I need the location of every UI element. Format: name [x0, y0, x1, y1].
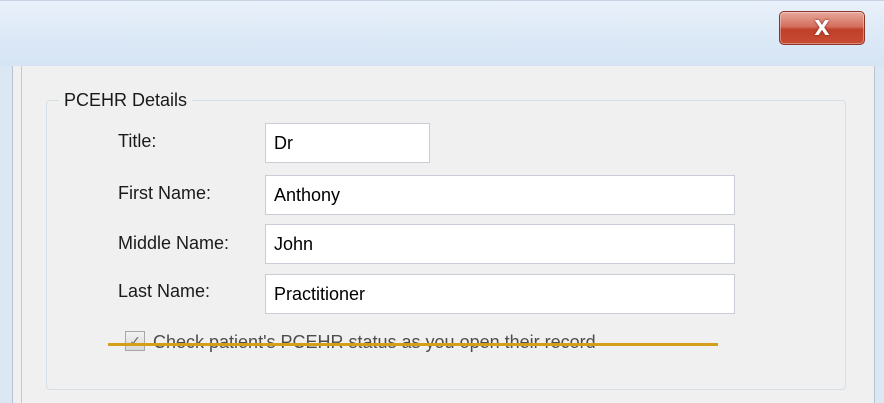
middle-name-label: Middle Name: — [118, 233, 230, 253]
check-status-label[interactable]: Check patient's PCEHR status as you open… — [153, 331, 596, 353]
title-field[interactable]: Dr — [265, 123, 430, 163]
first-name-field[interactable]: Anthony — [265, 175, 735, 215]
last-name-field[interactable]: Practitioner — [265, 274, 735, 314]
title-bar: X — [0, 0, 884, 67]
middle-name-field[interactable]: John — [265, 224, 735, 264]
dialog-window: X PCEHR Details Title: Dr First Name: An… — [0, 0, 884, 403]
close-icon: X — [814, 16, 830, 40]
strikethrough-annotation — [108, 343, 718, 346]
window-frame-right — [874, 66, 884, 403]
window-frame-left — [0, 66, 13, 403]
panel-divider — [21, 66, 22, 403]
check-status-checkbox[interactable]: ✓ — [125, 331, 145, 351]
first-name-label: First Name: — [118, 183, 212, 203]
last-name-label: Last Name: — [118, 281, 211, 301]
close-button[interactable]: X — [779, 11, 865, 45]
groupbox-title: PCEHR Details — [59, 89, 193, 111]
title-label: Title: — [118, 131, 157, 151]
